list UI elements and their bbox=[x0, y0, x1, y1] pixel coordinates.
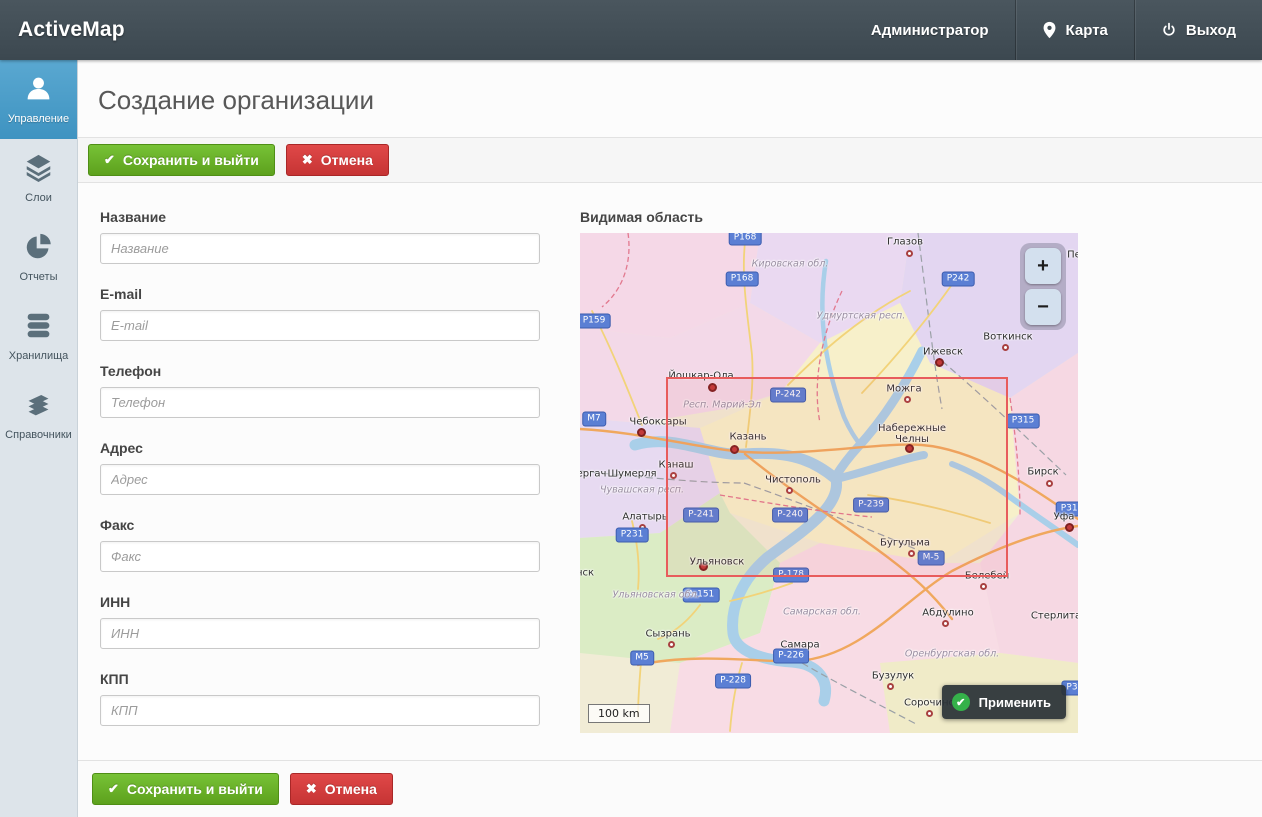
sidebar-item-label: Справочники bbox=[5, 429, 72, 441]
user-menu[interactable]: Администратор bbox=[845, 0, 1015, 60]
page-head: Создание организации bbox=[78, 60, 1262, 137]
field-kpp: КПП bbox=[100, 671, 540, 726]
pie-chart-icon bbox=[24, 232, 53, 264]
header: ActiveMap Администратор Карта Выход bbox=[0, 0, 1262, 60]
city-marker bbox=[637, 428, 646, 437]
city-marker bbox=[1002, 344, 1009, 351]
storage-icon bbox=[24, 311, 53, 343]
sidebar-item-label: Хранилища bbox=[9, 350, 69, 362]
field-address: Адрес bbox=[100, 440, 540, 495]
power-icon bbox=[1161, 22, 1177, 38]
map-scale: 100 km bbox=[588, 704, 650, 723]
fax-input[interactable] bbox=[100, 541, 540, 572]
city-marker bbox=[639, 524, 646, 531]
inn-input[interactable] bbox=[100, 618, 540, 649]
city-marker bbox=[942, 620, 949, 627]
sidebar-item-storages[interactable]: Хранилища bbox=[0, 297, 77, 376]
save-label: Сохранить и выйти bbox=[123, 152, 259, 168]
save-label: Сохранить и выйти bbox=[127, 781, 263, 797]
field-label: Факс bbox=[100, 517, 540, 533]
field-label: КПП bbox=[100, 671, 540, 687]
cancel-button[interactable]: ✖ Отмена bbox=[286, 144, 389, 176]
city-marker bbox=[795, 652, 804, 661]
layers-icon bbox=[24, 153, 53, 185]
phone-input[interactable] bbox=[100, 387, 540, 418]
city-marker bbox=[887, 683, 894, 690]
sidebar-item-reports[interactable]: Отчеты bbox=[0, 218, 77, 297]
field-label: Телефон bbox=[100, 363, 540, 379]
city-marker bbox=[935, 358, 944, 367]
field-inn: ИНН bbox=[100, 594, 540, 649]
cross-icon: ✖ bbox=[302, 152, 313, 168]
map-link-label: Карта bbox=[1066, 22, 1108, 39]
user-name: Администратор bbox=[871, 22, 989, 39]
page-title: Создание организации bbox=[98, 85, 1242, 116]
city-marker bbox=[668, 641, 675, 648]
field-label: ИНН bbox=[100, 594, 540, 610]
zoom-control: + − bbox=[1020, 243, 1066, 330]
sidebar-item-label: Управление bbox=[8, 113, 69, 125]
address-input[interactable] bbox=[100, 464, 540, 495]
kpp-input[interactable] bbox=[100, 695, 540, 726]
location-pin-icon bbox=[1042, 21, 1057, 39]
organization-form: Название E-mail Телефон Адрес Факс ИНН bbox=[100, 209, 540, 748]
field-label: Адрес bbox=[100, 440, 540, 456]
zoom-out-button[interactable]: − bbox=[1025, 289, 1061, 325]
city-marker bbox=[906, 250, 913, 257]
save-button[interactable]: ✔ Сохранить и выйти bbox=[88, 144, 275, 176]
sidebar-item-management[interactable]: Управление bbox=[0, 60, 77, 139]
city-marker bbox=[926, 710, 933, 717]
bottom-toolbar: ✔ Сохранить и выйти ✖ Отмена bbox=[78, 760, 1262, 817]
map-link[interactable]: Карта bbox=[1015, 0, 1134, 60]
check-icon: ✔ bbox=[104, 152, 115, 168]
apply-button[interactable]: ✔ Применить bbox=[942, 685, 1066, 719]
cancel-label: Отмена bbox=[325, 781, 377, 797]
field-name: Название bbox=[100, 209, 540, 264]
sidebar-item-label: Отчеты bbox=[19, 271, 57, 283]
logout-button[interactable]: Выход bbox=[1134, 0, 1262, 60]
zoom-in-button[interactable]: + bbox=[1025, 248, 1061, 284]
email-input[interactable] bbox=[100, 310, 540, 341]
field-label: Название bbox=[100, 209, 540, 225]
sidebar-item-layers[interactable]: Слои bbox=[0, 139, 77, 218]
field-fax: Факс bbox=[100, 517, 540, 572]
field-label: E-mail bbox=[100, 286, 540, 302]
map-canvas[interactable]: + − 100 km ✔ Применить Р168Р168Р242Р159Р… bbox=[580, 233, 1078, 733]
city-marker bbox=[980, 583, 987, 590]
map-section: Видимая область bbox=[580, 209, 1078, 748]
name-input[interactable] bbox=[100, 233, 540, 264]
map-section-label: Видимая область bbox=[580, 209, 1078, 225]
field-email: E-mail bbox=[100, 286, 540, 341]
check-circle-icon: ✔ bbox=[952, 693, 970, 711]
field-phone: Телефон bbox=[100, 363, 540, 418]
check-icon: ✔ bbox=[108, 781, 119, 797]
main-content: Создание организации ✔ Сохранить и выйти… bbox=[78, 60, 1262, 817]
books-icon bbox=[24, 390, 53, 422]
cancel-label: Отмена bbox=[321, 152, 373, 168]
app-logo: ActiveMap bbox=[0, 18, 125, 42]
cancel-button-bottom[interactable]: ✖ Отмена bbox=[290, 773, 393, 805]
map-selection[interactable] bbox=[666, 377, 1008, 577]
form-area: Название E-mail Телефон Адрес Факс ИНН bbox=[78, 183, 1262, 748]
sidebar-item-label: Слои bbox=[25, 192, 52, 204]
top-toolbar: ✔ Сохранить и выйти ✖ Отмена bbox=[78, 137, 1262, 183]
sidebar-item-directories[interactable]: Справочники bbox=[0, 376, 77, 455]
city-marker bbox=[1065, 523, 1074, 532]
header-right: Администратор Карта Выход bbox=[845, 0, 1262, 60]
cross-icon: ✖ bbox=[306, 781, 317, 797]
apply-label: Применить bbox=[979, 695, 1051, 710]
user-icon bbox=[24, 74, 53, 106]
save-button-bottom[interactable]: ✔ Сохранить и выйти bbox=[92, 773, 279, 805]
logout-label: Выход bbox=[1186, 22, 1236, 39]
city-marker bbox=[1046, 480, 1053, 487]
sidebar: Управление Слои Отчеты Хранилища Справоч… bbox=[0, 60, 78, 817]
